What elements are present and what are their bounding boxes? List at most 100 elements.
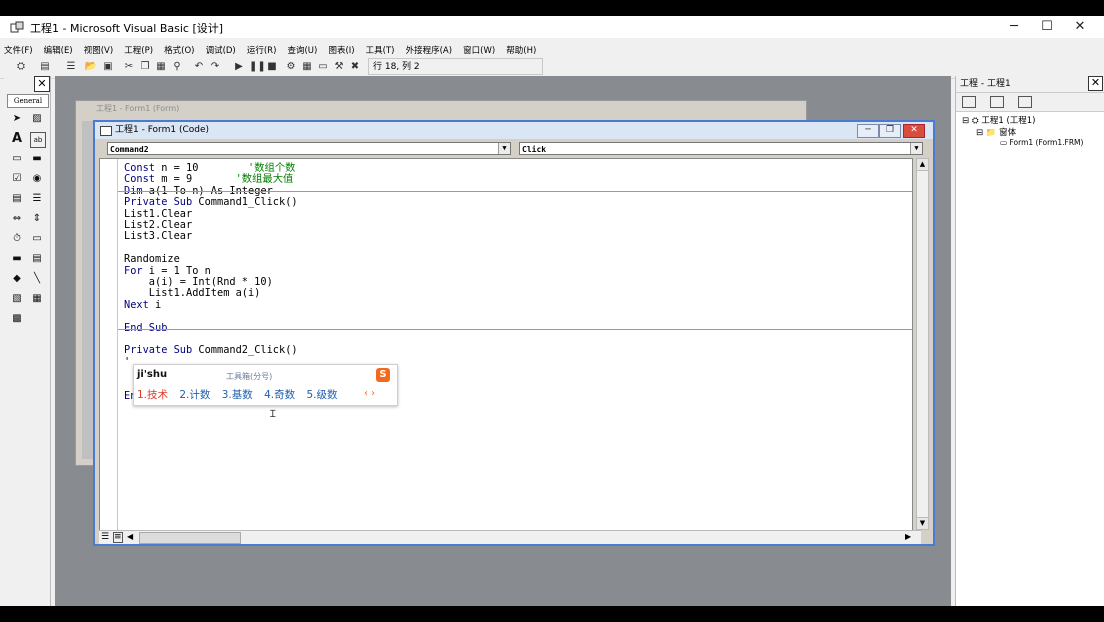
find-icon[interactable]: ⚲: [170, 60, 184, 74]
combobox-tool-icon[interactable]: ▤: [10, 192, 24, 206]
ime-candidate-list: 1.技术 2.计数 3.基数 4.奇数 5.级数: [137, 387, 346, 402]
form-layout-icon[interactable]: ▭: [316, 60, 330, 74]
code-minimize-button[interactable]: ─: [857, 124, 879, 138]
shape-tool-icon[interactable]: ◆: [10, 272, 24, 286]
stop-icon[interactable]: ■: [265, 60, 279, 74]
pointer-tool-icon[interactable]: ➤: [10, 112, 24, 126]
code-window[interactable]: 工程1 - Form1 (Code) ─ ❐ ✕ Command2 ▼ Clic…: [93, 120, 935, 546]
properties-icon[interactable]: ▦: [300, 60, 314, 74]
code-padding: [192, 173, 235, 185]
ime-candidate[interactable]: 3.基数: [222, 389, 253, 401]
code-horizontal-scrollbar[interactable]: ☰ ≡ ◀ ▶: [99, 530, 921, 544]
code-editor[interactable]: Const n = 10 '数组个数 Const m = 9 '数组最大值 Dim …: [99, 158, 913, 532]
picturebox-tool-icon[interactable]: ▨: [30, 112, 44, 126]
vscrollbar-tool-icon[interactable]: ⇕: [30, 212, 44, 226]
drivelistbox-tool-icon[interactable]: ▭: [30, 232, 44, 246]
menu-bar: 文件(F) 编辑(E) 视图(V) 工程(P) 格式(O) 调试(D) 运行(R…: [0, 38, 1104, 56]
form-icon: ▭: [1000, 138, 1008, 147]
code-text: Command1_Click(): [192, 196, 298, 209]
run-icon[interactable]: ▶: [232, 60, 246, 74]
menu-editor-icon[interactable]: ☰: [64, 60, 78, 74]
maximize-button[interactable]: ☐: [1031, 18, 1063, 36]
procedure-combo-arrow-icon[interactable]: ▼: [910, 143, 922, 154]
collapse-icon[interactable]: ⊟: [976, 128, 983, 138]
add-project-icon[interactable]: ⛭: [14, 60, 28, 74]
label-tool-icon[interactable]: A: [10, 132, 24, 146]
code-line[interactable]: List3.Clear: [124, 231, 192, 242]
toolbox-icon[interactable]: ✖: [348, 60, 362, 74]
dirlistbox-tool-icon[interactable]: ▬: [10, 252, 24, 266]
close-button[interactable]: ✕: [1064, 18, 1096, 36]
undo-icon[interactable]: ↶: [192, 60, 206, 74]
frame-tool-icon[interactable]: ▭: [10, 152, 24, 166]
view-code-icon[interactable]: [962, 96, 976, 108]
line-tool-icon[interactable]: ╲: [30, 272, 44, 286]
code-text: List1.AddItem a(i): [124, 287, 261, 300]
save-icon[interactable]: ▣: [101, 60, 115, 74]
filelistbox-tool-icon[interactable]: ▤: [30, 252, 44, 266]
code-keyword: For: [124, 264, 143, 277]
code-restore-button[interactable]: ❐: [879, 124, 901, 138]
procedure-view-icon[interactable]: ☰: [101, 532, 109, 542]
tree-project-node[interactable]: ⊟ ⛭ 工程1 (工程1): [962, 114, 1036, 126]
object-combo[interactable]: Command2 ▼: [107, 142, 511, 155]
ime-candidate[interactable]: 4.奇数: [264, 389, 295, 401]
procedure-combo[interactable]: Click ▼: [519, 142, 923, 155]
code-keyword: Const: [124, 173, 155, 186]
scroll-up-icon[interactable]: ▲: [917, 159, 928, 171]
tree-folder-label: 窗体: [999, 128, 1017, 138]
toolbox-general-tab[interactable]: General: [7, 94, 49, 108]
ime-toolbox-hint[interactable]: 工具箱(分号): [226, 371, 272, 382]
ime-candidate[interactable]: 5.级数: [307, 389, 338, 401]
object-browser-icon[interactable]: ⚒: [332, 60, 346, 74]
checkbox-tool-icon[interactable]: ☑: [10, 172, 24, 186]
form-window-title: 工程1 - Form1 (Form): [76, 101, 806, 117]
toolbox-close-button[interactable]: ✕: [34, 76, 50, 92]
open-project-icon[interactable]: 📂: [84, 60, 98, 74]
code-vertical-scrollbar[interactable]: ▲ ▼: [916, 158, 929, 530]
code-line[interactable]: Next i: [124, 299, 161, 311]
tree-form1-item[interactable]: ▭ Form1 (Form1.FRM): [1000, 138, 1083, 147]
ime-candidate-popup: ji'shu 工具箱(分号) S 1.技术 2.计数 3.基数 4.奇数 5.级…: [133, 364, 398, 406]
tree-forms-folder[interactable]: ⊟ 📁 窗体: [976, 126, 1016, 138]
code-close-button[interactable]: ✕: [903, 124, 925, 138]
redo-icon[interactable]: ↷: [208, 60, 222, 74]
scroll-right-icon[interactable]: ▶: [905, 532, 911, 541]
image-tool-icon[interactable]: ▧: [10, 292, 24, 306]
vb-ide-window: 工程1 - Microsoft Visual Basic [设计] ─ ☐ ✕ …: [0, 16, 1104, 606]
pause-icon[interactable]: ❚❚: [249, 60, 266, 74]
project-explorer-close-button[interactable]: ✕: [1088, 76, 1103, 91]
optionbutton-tool-icon[interactable]: ◉: [30, 172, 44, 186]
paste-icon[interactable]: ▦: [154, 60, 168, 74]
cut-icon[interactable]: ✂: [122, 60, 136, 74]
ime-page-nav-icon[interactable]: ‹ ›: [364, 388, 375, 399]
cursor-position: 行 18, 列 2: [368, 58, 543, 75]
code-text: Command2_Click(): [192, 344, 298, 357]
project-icon: ⛭: [971, 116, 979, 126]
textbox-tool-icon[interactable]: ab: [30, 132, 46, 148]
scroll-left-icon[interactable]: ◀: [127, 532, 133, 541]
code-line[interactable]: Private Sub Command2_Click(): [124, 345, 298, 356]
view-object-icon[interactable]: [990, 96, 1005, 108]
collapse-icon[interactable]: ⊟: [962, 116, 969, 126]
code-line[interactable]: ': [124, 356, 130, 368]
scroll-down-icon[interactable]: ▼: [917, 517, 928, 529]
toggle-folders-icon[interactable]: [1018, 96, 1033, 108]
listbox-tool-icon[interactable]: ☰: [30, 192, 44, 206]
minimize-button[interactable]: ─: [998, 18, 1030, 36]
procedure-separator: [118, 191, 912, 192]
project-explorer-icon[interactable]: ⚙: [284, 60, 298, 74]
ime-candidate[interactable]: 2.计数: [179, 389, 210, 401]
hscrollbar-tool-icon[interactable]: ⇔: [10, 212, 24, 226]
procedure-separator: [118, 329, 912, 330]
ime-candidate[interactable]: 1.技术: [137, 389, 168, 401]
horizontal-scroll-thumb[interactable]: [139, 532, 241, 544]
object-combo-arrow-icon[interactable]: ▼: [498, 143, 510, 154]
commandbutton-tool-icon[interactable]: ▬: [30, 152, 44, 166]
add-form-icon[interactable]: ▤: [38, 60, 52, 74]
full-module-view-icon[interactable]: ≡: [113, 532, 123, 543]
copy-icon[interactable]: ❐: [138, 60, 152, 74]
data-tool-icon[interactable]: ▦: [30, 292, 44, 306]
ole-tool-icon[interactable]: ▩: [10, 312, 24, 326]
timer-tool-icon[interactable]: ⏱: [10, 232, 24, 246]
